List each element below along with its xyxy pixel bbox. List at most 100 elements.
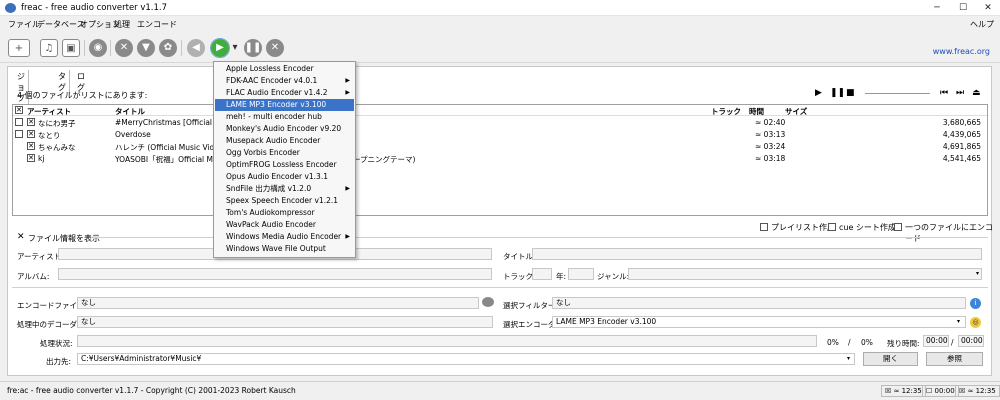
genre-select[interactable]: ▾ bbox=[628, 268, 982, 280]
menu-help[interactable]: ヘルプ bbox=[970, 19, 994, 30]
row-time: ≈ 03:24 bbox=[755, 142, 786, 151]
playlist-checkbox[interactable] bbox=[760, 223, 768, 231]
year-field[interactable] bbox=[568, 268, 594, 280]
empty-checkbox[interactable] bbox=[15, 118, 23, 126]
album-label: アルバム: bbox=[17, 272, 50, 281]
menu-item-encoder[interactable]: FLAC Audio Encoder v1.4.2 ▶ bbox=[215, 87, 354, 99]
menu-item-encoder[interactable]: Windows Media Audio Encoder ▶ bbox=[215, 231, 354, 243]
row-artist: なにわ男子 bbox=[38, 119, 76, 128]
chevron-down-icon[interactable]: ▾ bbox=[957, 318, 960, 325]
lock-icon[interactable]: ▣ bbox=[62, 39, 80, 57]
encoder-dropdown-menu: Apple Lossless Encoder FDK-AAC Encoder v… bbox=[213, 61, 356, 258]
menu-item-encoder-selected[interactable]: LAME MP3 Encoder v3.100 bbox=[215, 99, 354, 111]
open-button[interactable]: 開く bbox=[863, 352, 918, 366]
row-size: 4,691,865 bbox=[942, 142, 981, 151]
tools-icon[interactable]: ✕ bbox=[115, 39, 133, 57]
single-file-checkbox[interactable] bbox=[894, 223, 902, 231]
row-title: ハレンチ (Official Music Video bbox=[115, 143, 215, 152]
play-encode-icon[interactable]: ▶ bbox=[210, 38, 230, 58]
stop-icon[interactable]: ■ bbox=[846, 88, 855, 98]
row-time: ≈ 03:13 bbox=[755, 130, 786, 139]
menu-process[interactable]: 処理 bbox=[114, 19, 130, 30]
minimize-button[interactable]: ─ bbox=[925, 2, 949, 14]
row-artist: ちゃんみな bbox=[38, 143, 76, 152]
encoder-select[interactable]: LAME MP3 Encoder v3.100 bbox=[552, 316, 966, 328]
column-track[interactable]: トラック bbox=[711, 106, 741, 117]
column-artist[interactable]: アーティスト bbox=[27, 106, 71, 117]
menu-item-encoder[interactable]: FDK-AAC Encoder v4.0.1 ▶ bbox=[215, 75, 354, 87]
add-files-icon[interactable]: + bbox=[8, 39, 30, 57]
menu-database[interactable]: データベース bbox=[37, 19, 85, 30]
track-field[interactable] bbox=[532, 268, 552, 280]
row-size: 4,541,465 bbox=[942, 154, 981, 163]
column-time[interactable]: 時間 bbox=[749, 106, 764, 117]
title-field[interactable] bbox=[532, 248, 982, 260]
cd-icon[interactable]: ♫ bbox=[40, 39, 58, 57]
album-field[interactable] bbox=[58, 268, 492, 280]
maximize-button[interactable]: ☐ bbox=[951, 2, 975, 14]
list-row[interactable]: ✕ なにわ男子 #MerryChristmas [Official M ≈ 02… bbox=[13, 117, 987, 128]
cddb-icon[interactable]: ◉ bbox=[89, 39, 107, 57]
row-checkbox[interactable]: ✕ bbox=[27, 130, 35, 138]
row-time: ≈ 02:40 bbox=[755, 118, 786, 127]
list-row[interactable]: ✕ なとり Overdose ≈ 03:13 4,439,065 bbox=[13, 129, 987, 140]
filter-icon[interactable]: ▼ bbox=[137, 39, 155, 57]
pause-icon[interactable]: ❚❚ bbox=[244, 39, 262, 57]
remaining-label: 残り時間: bbox=[887, 339, 920, 348]
menu-item-encoder[interactable]: Apple Lossless Encoder bbox=[215, 63, 354, 75]
submenu-arrow-icon: ▶ bbox=[345, 77, 350, 84]
genre-label: ジャンル: bbox=[597, 272, 630, 281]
progress-percent-total: 0% bbox=[861, 338, 873, 347]
menu-item-encoder[interactable]: SndFile 出力構成 v1.2.0 ▶ bbox=[215, 183, 354, 195]
seek-slider[interactable] bbox=[865, 93, 930, 94]
play-icon[interactable]: ▶ bbox=[815, 88, 822, 98]
menu-item-encoder[interactable]: Tom's Audiokompressor bbox=[215, 207, 354, 219]
menu-file[interactable]: ファイル bbox=[8, 19, 40, 30]
toggle-icon[interactable]: ✕ bbox=[17, 232, 25, 242]
cue-checkbox[interactable] bbox=[828, 223, 836, 231]
menu-encode[interactable]: エンコード bbox=[137, 19, 177, 30]
fileinfo-toggle[interactable]: ファイル情報を表示 bbox=[28, 233, 100, 244]
job-list[interactable]: ✕ アーティスト タイトル トラック 時間 サイズ ✕ なにわ男子 #Merry… bbox=[12, 104, 988, 216]
row-checkbox[interactable]: ✕ bbox=[27, 118, 35, 126]
settings-icon[interactable]: ◎ bbox=[970, 317, 981, 328]
browse-button[interactable]: 参照 bbox=[926, 352, 983, 366]
row-checkbox[interactable]: ✕ bbox=[27, 142, 35, 150]
menu-item-encoder[interactable]: Speex Speech Encoder v1.2.1 bbox=[215, 195, 354, 207]
menu-item-encoder[interactable]: Windows Wave File Output bbox=[215, 243, 354, 255]
previous-track-icon[interactable]: ⏮ bbox=[940, 88, 948, 98]
close-button[interactable]: ✕ bbox=[976, 2, 1000, 14]
next-track-icon[interactable]: ⏭ bbox=[956, 88, 964, 98]
output-folder-field[interactable]: C:¥Users¥Administrator¥Music¥ bbox=[77, 353, 855, 365]
menu-item-encoder[interactable]: WavPack Audio Encoder bbox=[215, 219, 354, 231]
list-row[interactable]: ✕ kj YOASOBI「祝福」Official Mus ープニングテーマ) ≈… bbox=[13, 153, 987, 164]
chevron-down-icon[interactable]: ▾ bbox=[231, 39, 239, 57]
info-icon[interactable]: i bbox=[970, 298, 981, 309]
pause-icon[interactable]: ❚❚ bbox=[830, 88, 845, 98]
stop-icon[interactable]: ✕ bbox=[266, 39, 284, 57]
gear-icon[interactable]: ✿ bbox=[159, 39, 177, 57]
row-checkbox[interactable]: ✕ bbox=[27, 154, 35, 162]
column-title[interactable]: タイトル bbox=[115, 106, 145, 117]
submenu-arrow-icon: ▶ bbox=[345, 185, 350, 192]
menu-item-encoder[interactable]: Opus Audio Encoder v1.3.1 bbox=[215, 171, 354, 183]
artist-label: アーティスト: bbox=[17, 252, 64, 261]
select-all-checkbox[interactable]: ✕ bbox=[15, 106, 23, 114]
menu-item-encoder[interactable]: Monkey's Audio Encoder v9.20 bbox=[215, 123, 354, 135]
filter-label: 選択フィルター: bbox=[503, 301, 558, 310]
chevron-down-icon[interactable]: ▾ bbox=[847, 355, 850, 362]
menu-item-encoder[interactable]: meh! - multi encoder hub bbox=[215, 111, 354, 123]
website-link[interactable]: www.freac.org bbox=[933, 47, 990, 56]
submenu-arrow-icon: ▶ bbox=[345, 89, 350, 96]
fish-icon bbox=[482, 297, 494, 307]
row-title-tail: ープニングテーマ) bbox=[353, 155, 416, 164]
column-size[interactable]: サイズ bbox=[785, 106, 807, 117]
back-icon[interactable]: ◀ bbox=[187, 39, 205, 57]
encode-file-field: なし bbox=[77, 297, 479, 309]
menu-item-encoder[interactable]: Musepack Audio Encoder bbox=[215, 135, 354, 147]
empty-checkbox[interactable] bbox=[15, 130, 23, 138]
eject-icon[interactable]: ⏏ bbox=[972, 88, 981, 98]
menu-item-encoder[interactable]: OptimFROG Lossless Encoder bbox=[215, 159, 354, 171]
menu-item-encoder[interactable]: Ogg Vorbis Encoder bbox=[215, 147, 354, 159]
list-row[interactable]: ✕ ちゃんみな ハレンチ (Official Music Video ≈ 03:… bbox=[13, 141, 987, 152]
